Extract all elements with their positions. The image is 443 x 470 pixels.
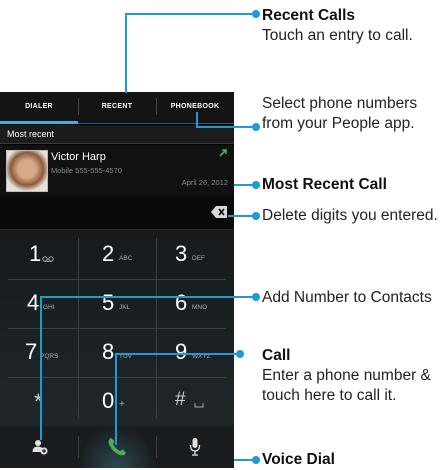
callout-body: Touch an entry to call. (262, 27, 413, 44)
outgoing-call-icon (219, 149, 227, 157)
key-digit: 3 (175, 241, 188, 266)
microphone-icon (189, 438, 201, 456)
key-digit: 5 (102, 290, 115, 315)
callout-delete: Delete digits you entered. (262, 206, 442, 226)
leader-line (196, 126, 255, 128)
key-letters: ABC (119, 255, 133, 262)
leader-line (115, 353, 240, 355)
key-letters: PQRS (40, 353, 59, 360)
voicemail-icon (42, 256, 54, 262)
callout-body: Delete digits you entered. (262, 207, 438, 224)
callout-add-number: Add Number to Contacts (262, 288, 442, 308)
callout-dot (252, 181, 260, 189)
callout-dot (252, 456, 260, 464)
key-2[interactable]: 2 ABC (78, 230, 156, 279)
key-6[interactable]: 6 MNO (156, 279, 234, 328)
leader-line (125, 14, 127, 93)
active-tab-indicator (0, 121, 78, 124)
callout-body: Select phone numbers from your People ap… (262, 95, 418, 132)
key-digit: 9 (175, 339, 188, 364)
callout-recent-calls: Recent Calls Touch an entry to call. (262, 6, 442, 46)
leader-line (115, 353, 117, 445)
key-letters: GHI (43, 304, 55, 311)
key-3[interactable]: 3 DEF (156, 230, 234, 279)
callout-most-recent: Most Recent Call (262, 175, 442, 195)
key-digit: 8 (102, 339, 115, 364)
callout-voice-dial: Voice Dial (262, 450, 442, 470)
key-1[interactable]: 1 (0, 230, 78, 279)
key-digit: 2 (102, 241, 115, 266)
backspace-icon[interactable] (211, 206, 227, 218)
call-date: April 26, 2012 (181, 178, 228, 187)
callout-dot (252, 293, 260, 301)
add-contact-button[interactable] (0, 426, 78, 468)
leader-line (125, 13, 255, 15)
tab-dialer[interactable]: DIALER (0, 92, 78, 121)
call-button[interactable] (78, 426, 156, 468)
contact-avatar (6, 150, 48, 192)
recent-call-entry[interactable]: Victor Harp Mobile 555-555-4570 April 26… (0, 145, 234, 195)
key-digit: 0 (102, 388, 115, 413)
contact-number: Mobile 555-555-4570 (51, 166, 122, 175)
leader-line (196, 112, 198, 127)
leader-line (228, 215, 255, 217)
key-star[interactable]: * (0, 377, 78, 426)
callout-title: Call (262, 347, 291, 364)
callout-dot (252, 10, 260, 18)
tab-recent[interactable]: RECENT (78, 92, 156, 121)
key-letters: + (119, 399, 125, 410)
key-letters: DEF (192, 255, 205, 262)
callout-title: Voice Dial (262, 451, 335, 468)
callout-dot (236, 350, 244, 358)
key-digit: 1 (29, 241, 42, 266)
space-icon (194, 403, 204, 408)
callout-phonebook: Select phone numbers from your People ap… (262, 94, 442, 134)
tab-bar: DIALER RECENT PHONEBOOK (0, 92, 234, 124)
action-bar (0, 426, 234, 468)
callout-call: Call Enter a phone number & touch here t… (262, 346, 442, 406)
leader-line (40, 296, 255, 298)
callout-dot (252, 212, 260, 220)
key-hash[interactable]: # (156, 377, 234, 426)
callout-title: Most Recent Call (262, 176, 387, 193)
dial-pad: 1 2 ABC 3 DEF 4 GHI 5 JKL 6 MNO 7 PQRS 8… (0, 230, 234, 426)
callout-body: Add Number to Contacts (262, 289, 432, 306)
key-letters: MNO (192, 304, 208, 311)
phone-screen: DIALER RECENT PHONEBOOK Most recent Vict… (0, 92, 234, 468)
tab-phonebook[interactable]: PHONEBOOK (156, 92, 234, 121)
key-0[interactable]: 0 + (78, 377, 156, 426)
contact-name: Victor Harp (51, 151, 106, 163)
key-digit: 7 (25, 339, 38, 364)
add-contact-icon (32, 440, 48, 455)
callout-dot (252, 123, 260, 131)
voice-dial-button[interactable] (156, 426, 234, 468)
key-5[interactable]: 5 JKL (78, 279, 156, 328)
key-7[interactable]: 7 PQRS (0, 328, 78, 377)
key-digit: # (175, 389, 186, 410)
key-digit: 6 (175, 290, 188, 315)
callout-body: Enter a phone number & touch here to cal… (262, 367, 431, 404)
leader-line (40, 296, 42, 440)
key-digit: 4 (27, 290, 40, 315)
digits-field[interactable] (0, 195, 234, 230)
phone-handset-icon (108, 438, 126, 456)
key-4[interactable]: 4 GHI (0, 279, 78, 328)
callout-title: Recent Calls (262, 7, 356, 24)
key-letters: JKL (119, 304, 131, 311)
